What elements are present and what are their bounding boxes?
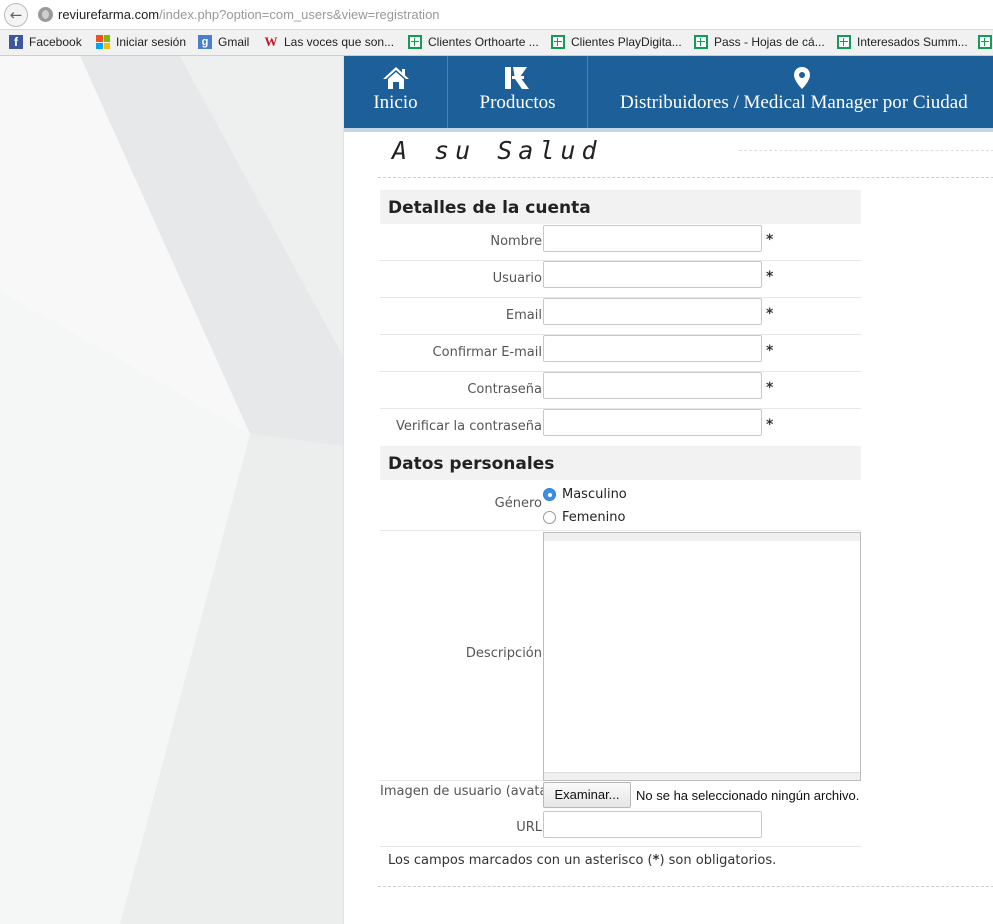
url-field[interactable]: reviurefarma.com/index.php?option=com_us… bbox=[58, 7, 440, 22]
browse-file-button[interactable]: Examinar... bbox=[543, 782, 631, 808]
form-row-password: Contraseña * bbox=[380, 372, 861, 409]
map-pin-icon bbox=[794, 67, 810, 89]
bookmark-las-voces[interactable]: W Las voces que son... bbox=[264, 34, 395, 50]
form-row-email: Email * bbox=[380, 298, 861, 335]
field-label: Imagen de usuario (avatar) bbox=[380, 784, 558, 799]
email-input[interactable] bbox=[543, 298, 762, 325]
nav-distribuidores[interactable]: Distribuidores / Medical Manager por Ciu… bbox=[588, 56, 993, 128]
sheets-icon bbox=[408, 35, 422, 49]
form-row-confirm-email: Confirmar E-mail * bbox=[380, 335, 861, 372]
gender-option-femenino[interactable]: Femenino bbox=[543, 510, 625, 525]
form-row-verify-password: Verificar la contraseña * bbox=[380, 409, 861, 446]
form-row-avatar: Imagen de usuario (avatar) Examinar... N… bbox=[380, 781, 861, 809]
nav-inicio[interactable]: Inicio bbox=[344, 56, 448, 128]
field-label: Usuario bbox=[492, 271, 542, 286]
divider bbox=[378, 177, 993, 178]
section-title-personal: Datos personales bbox=[380, 446, 861, 480]
form-row-description: Descripción bbox=[380, 531, 861, 781]
google-icon: g bbox=[198, 35, 212, 49]
required-marker: * bbox=[766, 417, 774, 433]
browser-address-bar: ← reviurefarma.com/index.php?option=com_… bbox=[0, 0, 993, 30]
field-label: Nombre bbox=[490, 234, 542, 249]
bookmarks-bar: f Facebook Iniciar sesión g Gmail W Las … bbox=[0, 30, 993, 56]
gender-option-masculino[interactable]: Masculino bbox=[543, 487, 627, 502]
site-tagline: A su Salud bbox=[392, 136, 603, 165]
field-label: Confirmar E-mail bbox=[432, 345, 542, 360]
password-input[interactable] bbox=[543, 372, 762, 399]
editor-toolbar bbox=[544, 533, 860, 541]
verify-password-input[interactable] bbox=[543, 409, 762, 436]
required-marker: * bbox=[766, 232, 774, 248]
field-label: Descripción bbox=[465, 646, 542, 661]
bookmark-iniciar-sesion[interactable]: Iniciar sesión bbox=[96, 35, 186, 49]
w-icon: W bbox=[264, 34, 278, 49]
required-marker: * bbox=[766, 380, 774, 396]
no-file-text: No se ha seleccionado ningún archivo. bbox=[636, 788, 860, 803]
back-button[interactable]: ← bbox=[4, 3, 28, 27]
radio-masculino[interactable] bbox=[543, 488, 556, 501]
name-input[interactable] bbox=[543, 225, 762, 252]
main-nav: Inicio Productos Distribuidores / Medica… bbox=[344, 56, 993, 132]
field-label: Contraseña bbox=[467, 382, 542, 397]
sheets-icon bbox=[837, 35, 851, 49]
back-arrow-icon: ← bbox=[9, 6, 23, 24]
section-title-account: Detalles de la cuenta bbox=[380, 190, 861, 224]
sheets-icon bbox=[551, 35, 565, 49]
bookmark-gmail[interactable]: g Gmail bbox=[198, 35, 249, 49]
nav-productos[interactable]: Productos bbox=[448, 56, 588, 128]
editor-statusbar bbox=[544, 772, 860, 780]
form-row-url: URL bbox=[380, 809, 861, 847]
facebook-icon: f bbox=[9, 35, 23, 49]
microsoft-icon bbox=[96, 35, 110, 49]
url-input[interactable] bbox=[543, 811, 762, 838]
confirm-email-input[interactable] bbox=[543, 335, 762, 362]
description-textarea[interactable] bbox=[543, 532, 861, 781]
field-label: URL bbox=[516, 820, 542, 835]
radio-femenino[interactable] bbox=[543, 511, 556, 524]
field-label: Género bbox=[494, 496, 542, 511]
registration-form: Detalles de la cuenta Nombre * Usuario *… bbox=[380, 190, 861, 847]
logo-icon bbox=[504, 67, 529, 89]
required-marker: * bbox=[766, 343, 774, 359]
sheets-icon bbox=[694, 35, 708, 49]
form-row-gender: Género Masculino Femenino bbox=[380, 480, 861, 531]
bookmark-clientes-orthoarte[interactable]: Clientes Orthoarte ... bbox=[408, 35, 539, 49]
divider bbox=[378, 886, 993, 887]
required-marker: * bbox=[766, 269, 774, 285]
required-fields-note: Los campos marcados con un asterisco (*)… bbox=[388, 853, 777, 868]
form-row-nombre: Nombre * bbox=[380, 224, 861, 261]
bookmark-clientes-playdigital[interactable]: Clientes PlayDigita... bbox=[551, 35, 682, 49]
home-icon bbox=[382, 67, 409, 89]
main-content: Inicio Productos Distribuidores / Medica… bbox=[343, 56, 993, 924]
sheets-icon bbox=[978, 35, 992, 49]
username-input[interactable] bbox=[543, 261, 762, 288]
divider bbox=[739, 150, 993, 151]
bookmark-facebook[interactable]: f Facebook bbox=[9, 35, 82, 49]
decorative-background bbox=[0, 56, 343, 924]
field-label: Verificar la contraseña bbox=[395, 419, 542, 434]
form-row-usuario: Usuario * bbox=[380, 261, 861, 298]
bookmark-overflow[interactable] bbox=[978, 35, 993, 49]
bookmark-interesados[interactable]: Interesados Summ... bbox=[837, 35, 968, 49]
required-marker: * bbox=[766, 306, 774, 322]
globe-icon bbox=[38, 7, 53, 22]
bookmark-pass-hojas[interactable]: Pass - Hojas de cá... bbox=[694, 35, 825, 49]
field-label: Email bbox=[505, 308, 542, 323]
